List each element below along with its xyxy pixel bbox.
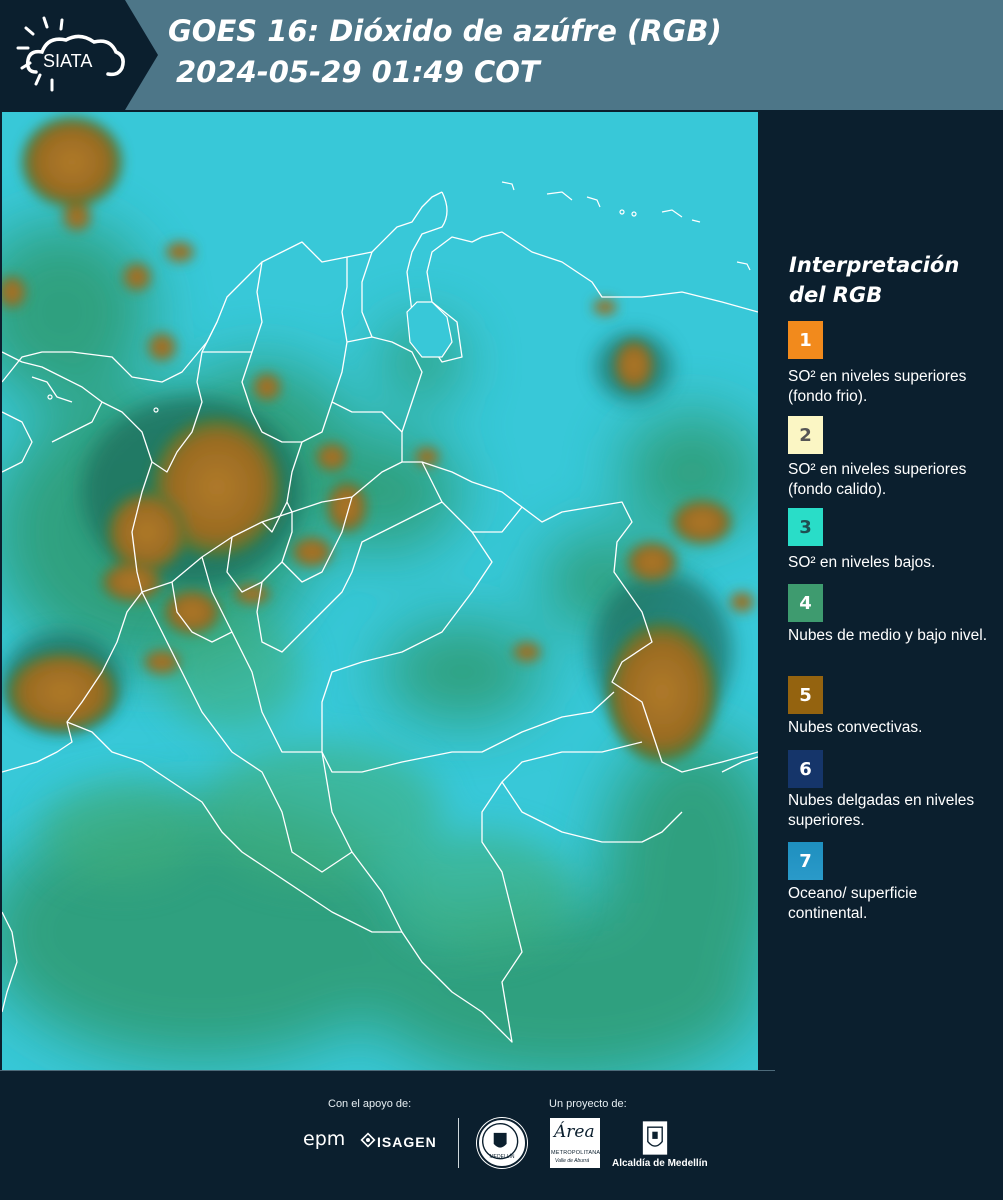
isagen-icon [360,1132,376,1148]
area-name: METROPOLITANA [551,1150,601,1156]
area-metropolitana-logo: Área METROPOLITANA Valle de Aburrá [550,1118,600,1168]
siata-logo: SIATA [16,16,125,92]
legend-swatch-3: 3 [788,508,823,546]
legend-title: Interpretación del RGB [789,253,960,307]
support-caption: Con el apoyo de: [328,1098,412,1110]
legend-swatch-4: 4 [788,584,823,622]
medellin-seal: MEDELLÍN [477,1118,527,1168]
page-title: GOES 16: Dióxido de azúfre (RGB) [168,14,722,48]
legend-label-2: SO² en niveles superiores (fondo calido)… [788,461,967,498]
epm-logo: epm [303,1128,346,1150]
legend-swatch-6: 6 [788,750,823,788]
legend-swatch-5: 5 [788,676,823,714]
footer-separator [0,1070,775,1071]
logo-text: SIATA [43,51,92,71]
area-script: Área [554,1122,595,1142]
alcaldia-logo-text: Alcaldía de Medellín [612,1158,708,1169]
legend-swatch-7: 7 [788,842,823,880]
legend-label-4: Nubes de medio y bajo nivel. [788,627,988,644]
legend-number-4: 4 [799,592,812,614]
legend-swatch-2: 2 [788,416,823,454]
area-sub: Valle de Aburrá [555,1158,590,1164]
legend-number-5: 5 [799,684,812,706]
legend-label-6: Nubes delgadas en niveles superiores. [788,792,975,829]
page-timestamp: 2024-05-29 01:49 COT [176,55,540,89]
alcaldia-shield-icon [641,1120,669,1156]
header: SIATA GOES 16: Dióxido de azúfre (RGB) 2… [0,0,1003,110]
project-caption: Un proyecto de: [549,1098,627,1110]
seal-text: MEDELLÍN [489,1154,515,1160]
legend-label-3: SO² en niveles bajos. [788,554,936,571]
footer-divider [458,1118,459,1168]
legend-number-7: 7 [799,850,812,872]
legend-panel: Interpretación del RGB 1 SO² en niveles … [760,110,1003,1070]
legend-number-6: 6 [799,758,812,780]
legend-number-3: 3 [799,516,812,538]
map-frame [0,110,760,1070]
legend-number-1: 1 [799,329,812,351]
legend-swatch-1: 1 [788,321,823,359]
legend-number-2: 2 [799,424,812,446]
legend-label-1: SO² en niveles superiores (fondo frio). [788,368,967,405]
satellite-map [2,112,758,1070]
footer: Con el apoyo de: Un proyecto de: epm ISA… [0,1070,1003,1200]
legend-label-7: Oceano/ superficie continental. [788,885,918,922]
legend-label-5: Nubes convectivas. [788,719,923,736]
isagen-logo: ISAGEN [377,1134,437,1150]
